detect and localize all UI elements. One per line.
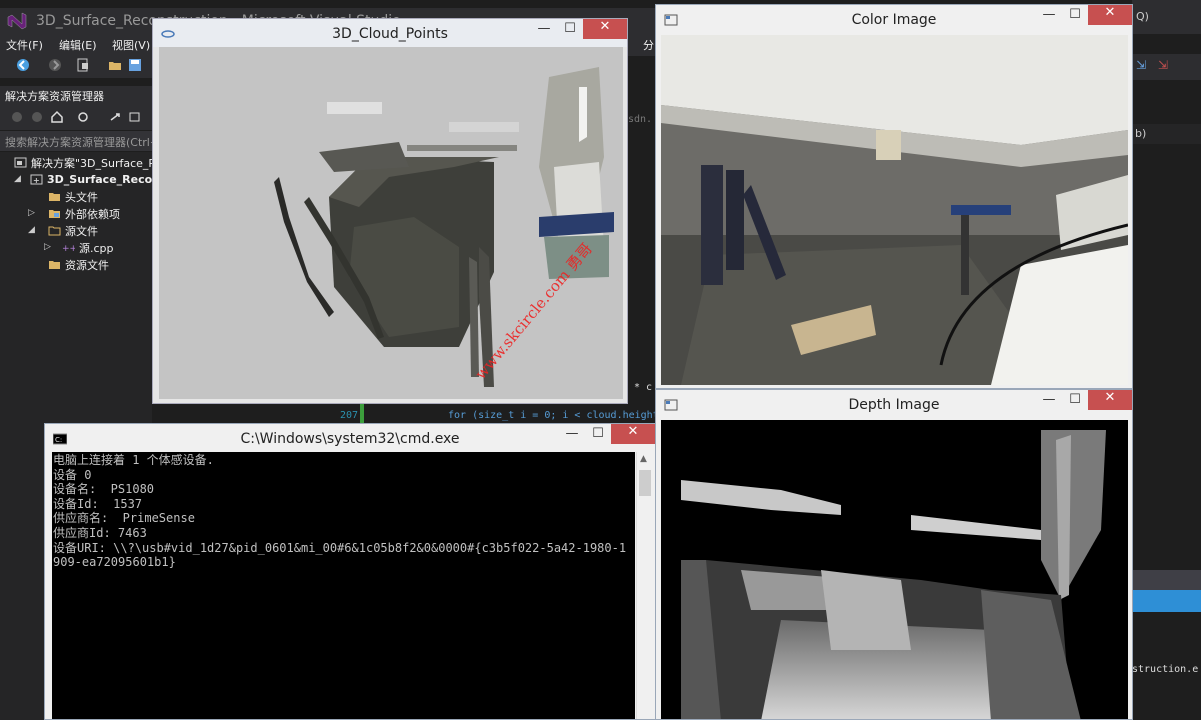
window-titlebar[interactable]: C: C:\Windows\system32\cmd.exe — ☐ ✕ [45,424,655,452]
solution-icon [14,157,27,168]
console-line: 供应商Id: 7463 [53,525,147,540]
console-output[interactable]: 电脑上连接着 1 个体感设备. 设备 0 设备名: PS1080 设备Id: 1… [52,452,635,719]
right-toolbar: ⇲ ⇲ [1132,54,1201,80]
cmd-window[interactable]: C: C:\Windows\system32\cmd.exe — ☐ ✕ 电脑上… [44,423,656,720]
window-titlebar[interactable]: Depth Image — ☐ ✕ [656,390,1132,420]
save-icon[interactable] [128,58,142,72]
history-icon[interactable] [76,110,90,124]
menu-view[interactable]: 视图(V) [112,37,150,53]
bookmark-clear-icon[interactable]: ⇲ [1158,58,1168,72]
forward-icon[interactable] [30,110,44,124]
tree-item-external-deps[interactable]: 外部依赖项 [48,205,120,222]
tree-item-label: 头文件 [65,190,98,204]
menu-partial[interactable]: 分 [643,37,654,53]
solution-config-fragment[interactable]: b) [1132,124,1201,144]
window-titlebar[interactable]: 3D_Cloud_Points — ☐ ✕ [153,19,627,47]
depth-image-window[interactable]: Depth Image — ☐ ✕ [655,389,1133,720]
solution-explorer-header: 解决方案资源管理器 [0,86,152,104]
window-titlebar[interactable]: Color Image — ☐ ✕ [656,5,1132,35]
tree-item-label: 源文件 [65,224,98,238]
close-button[interactable]: ✕ [611,424,655,444]
minimize-button[interactable]: — [531,21,557,41]
minimize-button[interactable]: — [1036,392,1062,412]
visual-studio-logo-icon [7,12,27,30]
close-button[interactable]: ✕ [583,19,627,39]
color-camera-image [661,35,1128,385]
open-folder-icon[interactable] [108,58,122,72]
tree-item-source-cpp[interactable]: ++ 源.cpp [62,239,114,256]
filter-folder-icon [49,193,60,201]
cpp-project-icon: + [30,174,43,185]
new-project-icon[interactable] [76,58,90,72]
forward-icon[interactable] [48,58,62,72]
tree-item-headers[interactable]: 头文件 [48,188,98,205]
maximize-button[interactable]: ☐ [585,426,611,446]
minimize-button[interactable]: — [1036,7,1062,27]
depth-camera-image [661,420,1128,719]
collapse-all-icon[interactable] [128,110,142,124]
console-line: 909-ea72095601b1} [53,555,176,570]
console-line: 设备名: PS1080 [53,482,155,497]
collapsed-arrow-icon[interactable]: ▷ [28,208,35,218]
minimize-button[interactable]: — [559,426,585,446]
external-deps-icon [49,210,60,218]
maximize-button[interactable]: ☐ [1062,7,1088,27]
console-line: 电脑上连接着 1 个体感设备. [53,453,214,467]
solution-explorer-toolbar [0,104,152,130]
console-line: 设备 0 [53,467,92,482]
color-image-view[interactable] [661,35,1128,385]
color-image-window[interactable]: Color Image — ☐ ✕ [655,4,1133,389]
output-text: struction.e [1132,664,1199,675]
line-number: 207 [340,410,359,421]
quick-launch-fragment[interactable]: Q) [1132,0,1201,34]
depth-image-view[interactable] [661,420,1128,719]
back-icon[interactable] [10,110,24,124]
bookmark-icon[interactable]: ⇲ [1136,58,1146,72]
menu-edit[interactable]: 编辑(E) [59,37,97,53]
output-header [1132,570,1201,590]
tree-item-sources[interactable]: 源文件 [48,222,98,239]
console-line: 供应商名: PrimeSense [53,511,195,526]
tree-item-label: 源.cpp [79,241,114,255]
cloud-points-window[interactable]: 3D_Cloud_Points — ☐ ✕ [152,18,628,404]
point-cloud-viewport[interactable] [159,47,623,399]
svg-text:+: + [33,176,40,185]
editor-snippet: * c [634,382,653,393]
menu-file[interactable]: 文件(F) [6,37,43,53]
svg-text:++: ++ [62,244,75,253]
filter-folder-open-icon [48,226,61,236]
point-cloud-image [159,47,623,399]
cpp-file-icon: ++ [62,244,75,253]
editor-url-fragment: sdn. [628,114,653,125]
scroll-up-arrow-icon[interactable]: ▲ [640,454,647,464]
close-button[interactable]: ✕ [1088,390,1132,410]
back-icon[interactable] [16,58,30,72]
home-icon[interactable] [50,110,64,124]
refresh-icon[interactable] [108,110,122,124]
tree-item-label: 外部依赖项 [65,207,120,221]
tree-item-resources[interactable]: 资源文件 [48,256,109,273]
maximize-button[interactable]: ☐ [557,21,583,41]
collapsed-arrow-icon[interactable]: ▷ [44,242,51,252]
scrollbar-thumb[interactable] [639,470,651,496]
right-editor-area [1132,144,1201,344]
console-line: 设备URI: \\?\usb#vid_1d27&pid_0601&mi_00#6… [53,540,627,555]
expanded-arrow-icon[interactable]: ◢ [28,225,35,235]
vertical-scrollbar[interactable]: ▲ [636,452,652,719]
output-selection [1132,590,1201,612]
code-line: for (size_t i = 0; i < cloud.height [448,410,659,421]
tree-item-label: 资源文件 [65,258,109,272]
filter-folder-icon [49,261,60,269]
console-line: 设备Id: 1537 [53,496,143,511]
maximize-button[interactable]: ☐ [1062,392,1088,412]
solution-explorer-search-input[interactable]: 搜索解决方案资源管理器(Ctrl+;) [0,131,152,151]
expanded-arrow-icon[interactable]: ◢ [14,174,21,184]
close-button[interactable]: ✕ [1088,5,1132,25]
vs-right-panel: Q) ⇲ ⇲ b) struction.e [1132,0,1201,720]
